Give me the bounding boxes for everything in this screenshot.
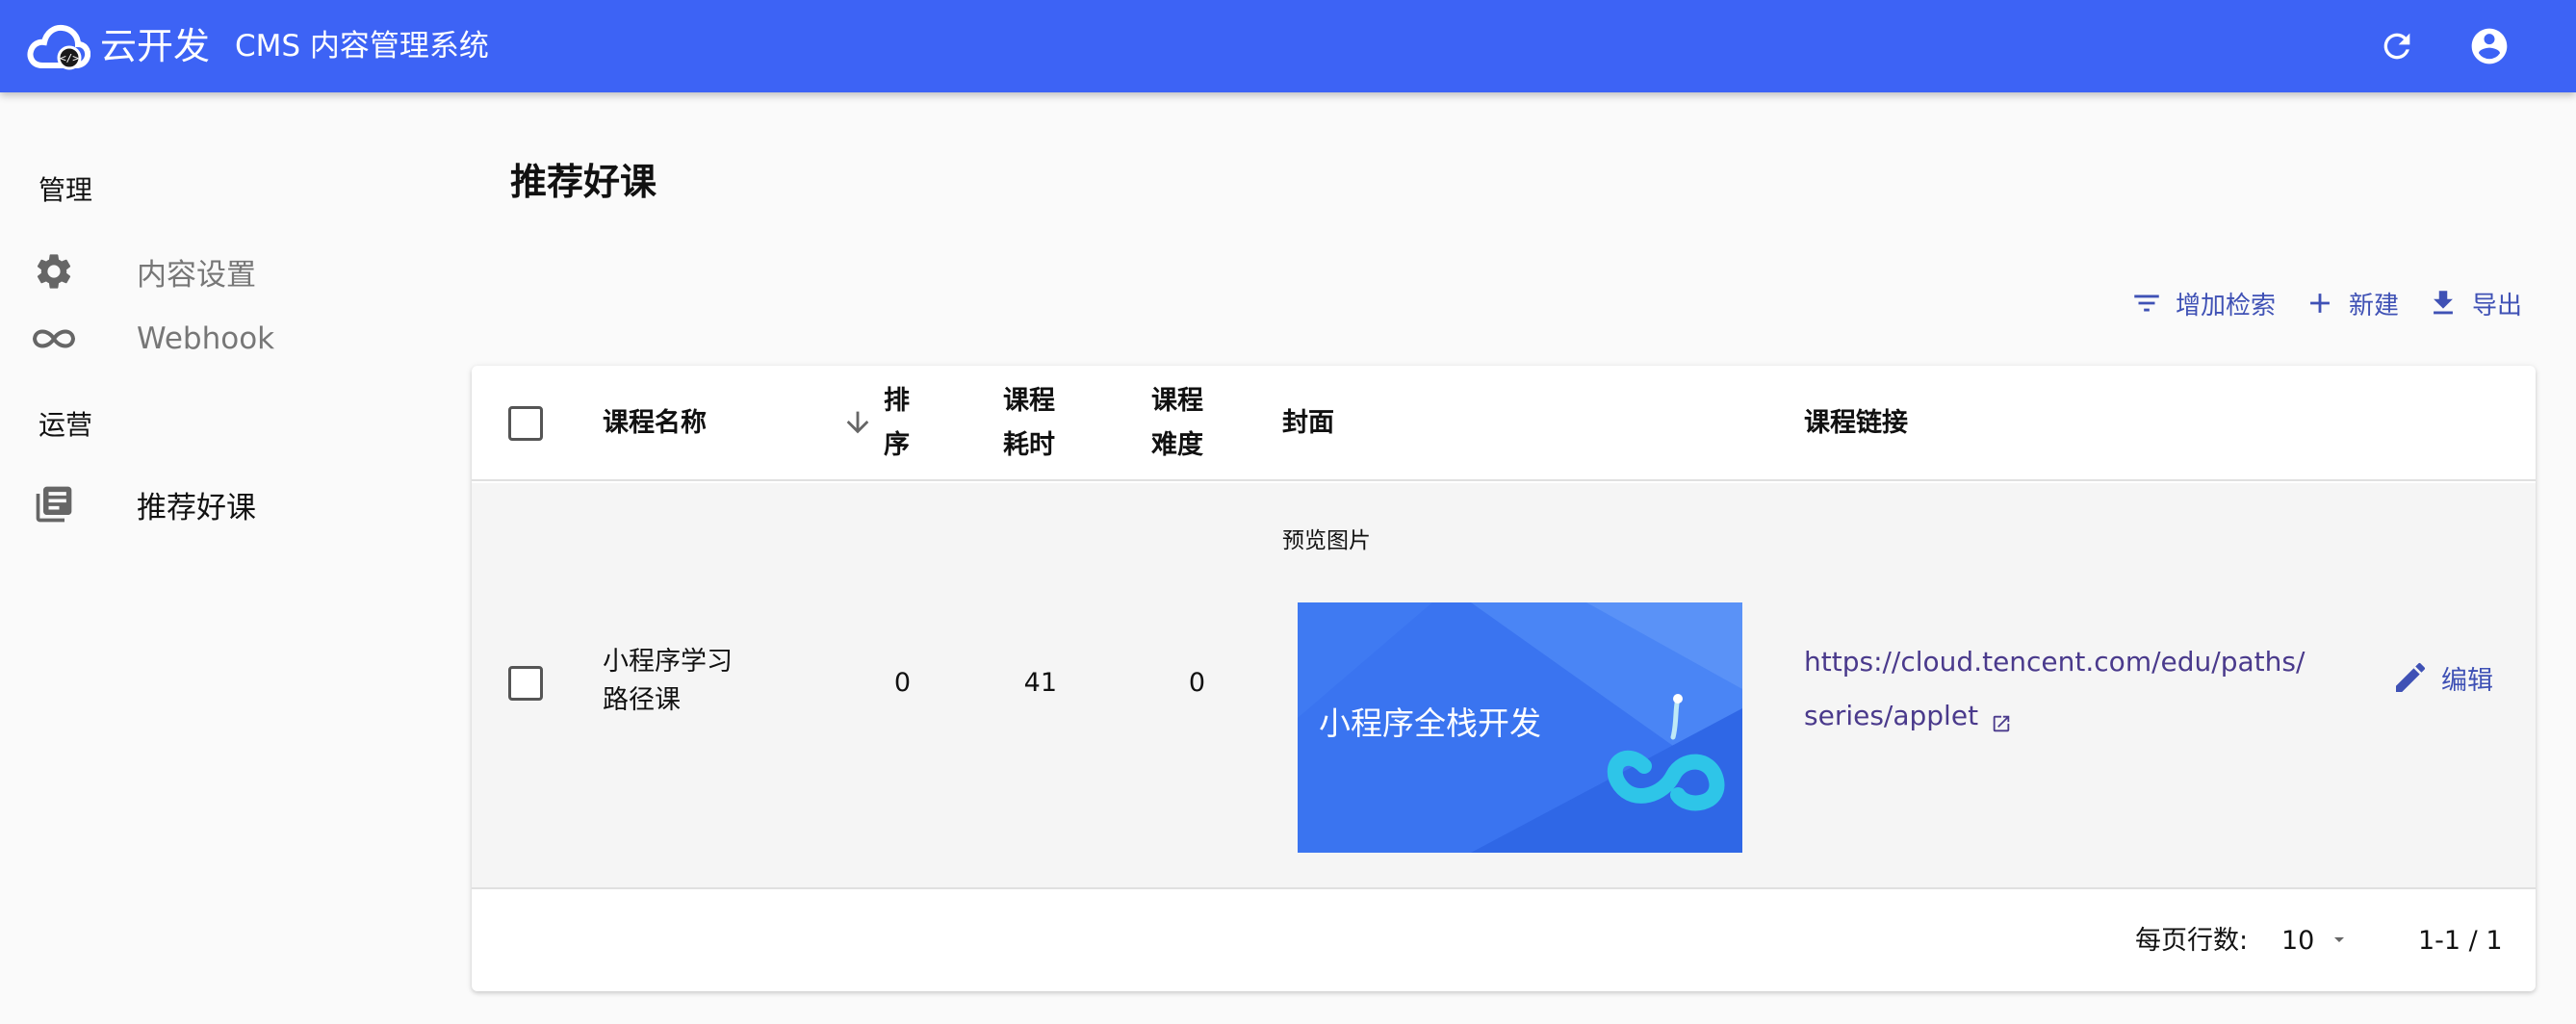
cover-caption: 预览图片 xyxy=(1282,528,1371,553)
sidebar-item-label: 内容设置 xyxy=(137,257,256,293)
table-row[interactable]: 小程序学习 路径课 0 41 0 预览图片 小程序全栈开发 https://cl… xyxy=(472,483,2536,889)
course-name-line: 路径课 xyxy=(603,685,681,715)
header-line: 耗时 xyxy=(1003,430,1055,460)
rows-per-page-label: 每页行数: xyxy=(2135,926,2249,956)
filter-list-icon xyxy=(2127,284,2166,322)
difficulty-value: 0 xyxy=(1188,668,1205,698)
table-pagination: 每页行数: 10 1-1 / 1 xyxy=(472,891,2536,991)
column-header-difficulty[interactable]: 课程 难度 xyxy=(1151,379,1203,468)
course-link-text: https://cloud.tencent.com/edu/paths/seri… xyxy=(1804,646,2306,731)
course-name-line: 小程序学习 xyxy=(603,647,733,677)
header-line: 课程 xyxy=(1003,386,1055,416)
page-title: 推荐好课 xyxy=(510,161,657,203)
rows-per-page-select[interactable]: 10 xyxy=(2281,918,2368,964)
header-line: 序 xyxy=(884,430,910,460)
column-header-sort[interactable]: 排 序 xyxy=(884,379,910,468)
course-link[interactable]: https://cloud.tencent.com/edu/paths/seri… xyxy=(1804,635,2314,753)
column-header-name[interactable]: 课程名称 xyxy=(603,401,707,446)
sort-arrow-down-icon[interactable] xyxy=(841,406,874,439)
duration-value: 41 xyxy=(1023,668,1057,698)
account-circle-icon[interactable] xyxy=(2468,25,2511,67)
row-checkbox[interactable] xyxy=(508,666,543,701)
edit-label: 编辑 xyxy=(2441,665,2493,696)
sidebar-item-webhook[interactable]: Webhook xyxy=(29,310,433,368)
course-name: 小程序学习 路径课 xyxy=(603,643,733,720)
library-books-icon xyxy=(29,479,79,529)
pencil-icon xyxy=(2391,658,2430,697)
sort-value: 0 xyxy=(893,668,911,698)
brand-name: 云开发 xyxy=(100,25,211,67)
column-header-cover[interactable]: 封面 xyxy=(1282,401,1334,446)
sidebar-section-manage: 管理 xyxy=(39,174,93,206)
export-button[interactable]: 导出 xyxy=(2424,279,2522,327)
webhook-icon xyxy=(29,314,79,364)
select-all-checkbox[interactable] xyxy=(508,406,543,441)
cloud-logo-icon[interactable]: </> xyxy=(27,21,91,71)
column-header-link[interactable]: 课程链接 xyxy=(1804,401,1908,446)
column-header-duration[interactable]: 课程 耗时 xyxy=(1003,379,1055,468)
caret-down-icon xyxy=(2328,928,2351,955)
cover-overlay-text: 小程序全栈开发 xyxy=(1319,704,1541,742)
system-title: CMS 内容管理系统 xyxy=(235,29,489,64)
pagination-range: 1-1 / 1 xyxy=(2418,926,2503,956)
table-header: 课程名称 排 序 课程 耗时 课程 难度 封面 课程链接 xyxy=(472,366,2536,481)
sidebar-item-content-settings[interactable]: 内容设置 xyxy=(29,243,433,300)
download-icon xyxy=(2424,284,2462,322)
svg-text:</>: </> xyxy=(60,52,79,64)
header-line: 难度 xyxy=(1151,430,1203,460)
header-line: 排 xyxy=(884,386,910,416)
sidebar-item-recommended-courses[interactable]: 推荐好课 xyxy=(29,475,433,533)
sidebar-section-operate: 运营 xyxy=(39,409,93,441)
export-label: 导出 xyxy=(2472,291,2523,320)
rows-per-page-value: 10 xyxy=(2281,926,2315,956)
plus-icon xyxy=(2301,284,2339,322)
edit-button[interactable]: 编辑 xyxy=(2391,658,2493,697)
new-label: 新建 xyxy=(2349,291,2400,320)
refresh-icon[interactable] xyxy=(2376,25,2418,67)
new-button[interactable]: 新建 xyxy=(2301,279,2399,327)
cover-image[interactable]: 小程序全栈开发 xyxy=(1298,602,1742,853)
gear-icon xyxy=(29,246,79,296)
add-search-button[interactable]: 增加检索 xyxy=(2127,279,2276,327)
open-in-new-icon xyxy=(1991,699,2012,753)
add-search-label: 增加检索 xyxy=(2176,291,2277,320)
data-table: 课程名称 排 序 课程 耗时 课程 难度 封面 课程链接 小程序学习 路径课 0… xyxy=(472,366,2536,991)
sidebar-item-label: 推荐好课 xyxy=(137,490,256,525)
app-header: </> 云开发 CMS 内容管理系统 xyxy=(0,0,2576,92)
header-line: 课程 xyxy=(1151,386,1203,416)
sidebar-item-label: Webhook xyxy=(137,321,275,356)
